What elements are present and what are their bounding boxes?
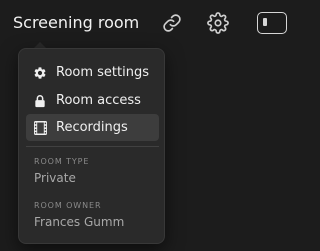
toggle-panel-button[interactable]	[257, 12, 287, 34]
menu-item-label: Room settings	[56, 65, 149, 80]
menu-item-label: Room access	[56, 93, 141, 108]
link-icon	[162, 13, 182, 33]
menu-divider	[26, 146, 159, 147]
gear-icon	[207, 12, 229, 34]
room-name-button[interactable]: Screening room	[13, 12, 139, 34]
gear-icon	[33, 66, 47, 80]
app-root: Screening room Room settings Room access…	[0, 0, 287, 251]
panel-icon	[263, 18, 267, 26]
menu-item-recordings[interactable]: Recordings	[26, 114, 159, 141]
room-menu: Room settings Room access Recordings ROO…	[18, 48, 165, 244]
menu-item-room-settings[interactable]: Room settings	[26, 59, 159, 86]
room-type-value: Private	[34, 171, 76, 185]
lock-icon	[33, 94, 47, 108]
room-header: Screening room	[0, 0, 287, 44]
film-icon	[33, 120, 47, 135]
room-type-label: ROOM TYPE	[34, 157, 90, 166]
copy-link-button[interactable]	[160, 11, 184, 35]
menu-item-label: Recordings	[56, 120, 128, 135]
room-owner-value: Frances Gumm	[34, 215, 125, 229]
menu-item-room-access[interactable]: Room access	[26, 87, 159, 114]
settings-button[interactable]	[206, 11, 230, 35]
room-owner-label: ROOM OWNER	[34, 201, 102, 210]
